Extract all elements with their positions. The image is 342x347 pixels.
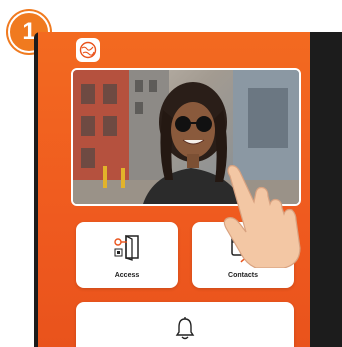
- access-label: Access: [114, 272, 140, 279]
- access-card[interactable]: Access: [76, 222, 178, 288]
- tap-hand-icon: [223, 165, 301, 268]
- door-key-icon: [114, 234, 139, 261]
- app-logo-icon: [76, 38, 100, 62]
- contacts-label: Contacts: [228, 272, 258, 279]
- bell-icon: [175, 317, 195, 340]
- doorbell-card[interactable]: [76, 302, 294, 347]
